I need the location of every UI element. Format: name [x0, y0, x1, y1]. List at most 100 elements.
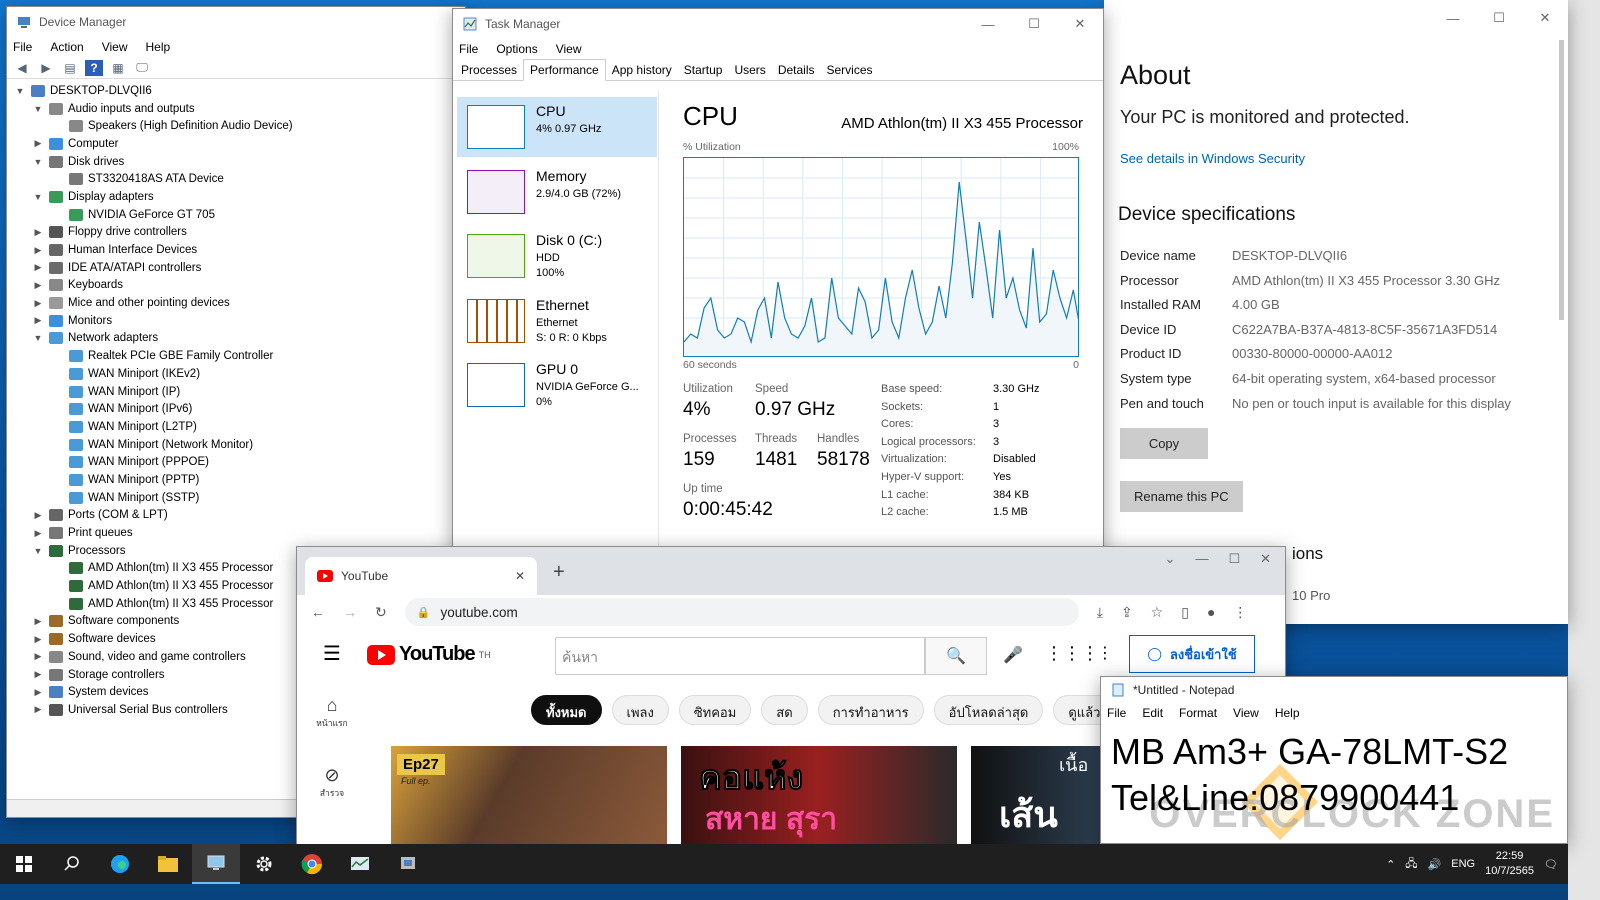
tree-item[interactable]: WAN Miniport (SSTP) [13, 489, 465, 507]
collapsed-chevron-icon[interactable]: ▶ [31, 616, 45, 627]
tree-item[interactable]: WAN Miniport (PPTP) [13, 471, 465, 489]
tree-item[interactable]: ▶ Floppy drive controllers [13, 224, 465, 242]
help-icon[interactable]: ? [85, 59, 103, 76]
tree-item[interactable]: WAN Miniport (IKEv2) [13, 365, 465, 383]
menu-action[interactable]: Action [50, 40, 83, 54]
collapsed-chevron-icon[interactable]: ▶ [31, 245, 45, 256]
device-manager-taskbar-icon[interactable] [192, 844, 240, 884]
tree-item[interactable]: ▶ Ports (COM & LPT) [13, 507, 465, 525]
collapsed-chevron-icon[interactable]: ▶ [31, 138, 45, 149]
maximize-icon[interactable]: ☐ [1228, 551, 1240, 567]
windows-security-link[interactable]: See details in Windows Security [1120, 151, 1305, 166]
new-tab-icon[interactable]: + [553, 561, 565, 584]
tree-item[interactable]: ▼ Network adapters [13, 330, 465, 348]
resource-item-disk[interactable]: Disk 0 (C:) HDD 100% [457, 226, 657, 286]
close-icon[interactable]: ✕ [1057, 9, 1103, 39]
expanded-chevron-icon[interactable]: ▼ [31, 546, 45, 556]
tree-item[interactable]: WAN Miniport (PPPOE) [13, 453, 465, 471]
menu-edit[interactable]: Edit [1142, 706, 1163, 720]
tree-item[interactable]: ▶ Computer [13, 135, 465, 153]
tree-item[interactable]: ▼ Display adapters [13, 188, 465, 206]
sidebar-item-explore[interactable]: ⊘ สำรวจ [297, 747, 367, 817]
menu-format[interactable]: Format [1179, 706, 1217, 720]
notepad-titlebar[interactable]: *Untitled - Notepad [1101, 677, 1567, 703]
collapsed-chevron-icon[interactable]: ▶ [31, 298, 45, 309]
tree-item[interactable]: WAN Miniport (Network Monitor) [13, 436, 465, 454]
category-chip[interactable]: การทำอาหาร [817, 695, 924, 725]
tab-app-history[interactable]: App history [606, 60, 678, 80]
bookmark-star-icon[interactable]: ☆ [1151, 604, 1164, 621]
chrome-menu-icon[interactable]: ⋮ [1233, 604, 1247, 621]
file-explorer-icon[interactable] [144, 844, 192, 884]
youtube-logo[interactable]: YouTube TH [367, 643, 491, 666]
notepad-text-area[interactable]: MB Am3+ GA-78LMT-S2 Tel&Line:0879900441 [1111, 729, 1508, 821]
sidebar-item-home[interactable]: ⌂ หน้าแรก [297, 677, 367, 747]
close-icon[interactable]: ✕ [1522, 0, 1568, 36]
collapsed-chevron-icon[interactable]: ▶ [31, 280, 45, 291]
chrome-icon[interactable] [288, 844, 336, 884]
category-chip[interactable]: เพลง [611, 695, 669, 725]
copy-button[interactable]: Copy [1120, 428, 1208, 459]
menu-view[interactable]: View [556, 42, 582, 56]
expanded-chevron-icon[interactable]: ▼ [13, 86, 27, 96]
install-icon[interactable]: ⤓ [1097, 604, 1103, 621]
tree-item[interactable]: Speakers (High Definition Audio Device) [13, 117, 465, 135]
rename-pc-button[interactable]: Rename this PC [1120, 481, 1243, 512]
tree-item[interactable]: ▶ Keyboards [13, 277, 465, 295]
menu-view[interactable]: View [1233, 706, 1259, 720]
category-chip[interactable]: ทั้งหมด [531, 695, 602, 725]
resource-item-memory[interactable]: Memory 2.9/4.0 GB (72%) [457, 162, 657, 222]
category-chip[interactable]: อัปโหลดล่าสุด [933, 695, 1044, 725]
search-icon[interactable] [48, 844, 96, 884]
clock[interactable]: 22:59 10/7/2565 [1485, 849, 1534, 879]
tree-item[interactable]: WAN Miniport (L2TP) [13, 418, 465, 436]
tree-item[interactable]: ST3320418AS ATA Device [13, 170, 465, 188]
side-panel-icon[interactable]: ▯ [1181, 604, 1189, 621]
tree-item[interactable]: NVIDIA GeForce GT 705 [13, 206, 465, 224]
tree-item[interactable]: ▶ IDE ATA/ATAPI controllers [13, 259, 465, 277]
resource-item-gpu[interactable]: GPU 0 NVIDIA GeForce G... 0% [457, 355, 657, 415]
task-manager-taskbar-icon[interactable] [336, 844, 384, 884]
tree-item[interactable]: ▼ DESKTOP-DLVQII6 [13, 82, 465, 100]
tree-item[interactable]: ▼ Audio inputs and outputs [13, 100, 465, 118]
tab-performance[interactable]: Performance [523, 59, 606, 81]
profile-avatar-icon[interactable]: ● [1207, 604, 1215, 620]
start-button[interactable] [0, 844, 48, 884]
tree-item[interactable]: WAN Miniport (IPv6) [13, 400, 465, 418]
video-thumbnail[interactable]: คอแห้ง สหาย สุรา [681, 746, 957, 845]
resource-item-ethernet[interactable]: Ethernet Ethernet S: 0 R: 0 Kbps [457, 291, 657, 351]
tree-item[interactable]: ▼ Disk drives [13, 153, 465, 171]
hamburger-menu-icon[interactable]: ☰ [323, 641, 341, 666]
tab-startup[interactable]: Startup [678, 60, 729, 80]
system-info-taskbar-icon[interactable] [384, 844, 432, 884]
menu-file[interactable]: File [1107, 706, 1126, 720]
tab-search-icon[interactable]: ⌄ [1165, 551, 1176, 567]
tree-item[interactable]: Realtek PCIe GBE Family Controller [13, 347, 465, 365]
reload-icon[interactable]: ↻ [375, 604, 387, 621]
video-thumbnail[interactable]: Ep27 Full ep. [391, 746, 667, 845]
category-chip[interactable]: สด [761, 695, 808, 725]
device-manager-titlebar[interactable]: Device Manager [7, 7, 465, 37]
scan-hardware-icon[interactable]: 🖵 [133, 60, 151, 76]
tree-item[interactable]: ▶ Print queues [13, 524, 465, 542]
collapsed-chevron-icon[interactable]: ▶ [31, 634, 45, 645]
expanded-chevron-icon[interactable]: ▼ [31, 192, 45, 202]
menu-help[interactable]: Help [146, 40, 171, 54]
resource-item-cpu[interactable]: CPU 4% 0.97 GHz [457, 97, 657, 157]
close-icon[interactable]: ✕ [1260, 551, 1271, 567]
menu-options[interactable]: Options [496, 42, 537, 56]
tab-users[interactable]: Users [728, 60, 771, 80]
minimize-icon[interactable]: — [1430, 0, 1476, 36]
video-thumbnail[interactable]: เนื้อ เส้น [971, 746, 1101, 845]
properties-icon[interactable]: ▤ [61, 60, 79, 76]
expanded-chevron-icon[interactable]: ▼ [31, 333, 45, 343]
tab-services[interactable]: Services [821, 60, 879, 80]
collapsed-chevron-icon[interactable]: ▶ [31, 687, 45, 698]
collapsed-chevron-icon[interactable]: ▶ [31, 227, 45, 238]
back-arrow-icon[interactable]: ◀ [13, 60, 31, 76]
tab-processes[interactable]: Processes [455, 60, 523, 80]
tree-item[interactable]: ▶ Mice and other pointing devices [13, 294, 465, 312]
collapsed-chevron-icon[interactable]: ▶ [31, 510, 45, 521]
expanded-chevron-icon[interactable]: ▼ [31, 157, 45, 167]
youtube-search-input[interactable]: ค้นหา [555, 637, 925, 675]
